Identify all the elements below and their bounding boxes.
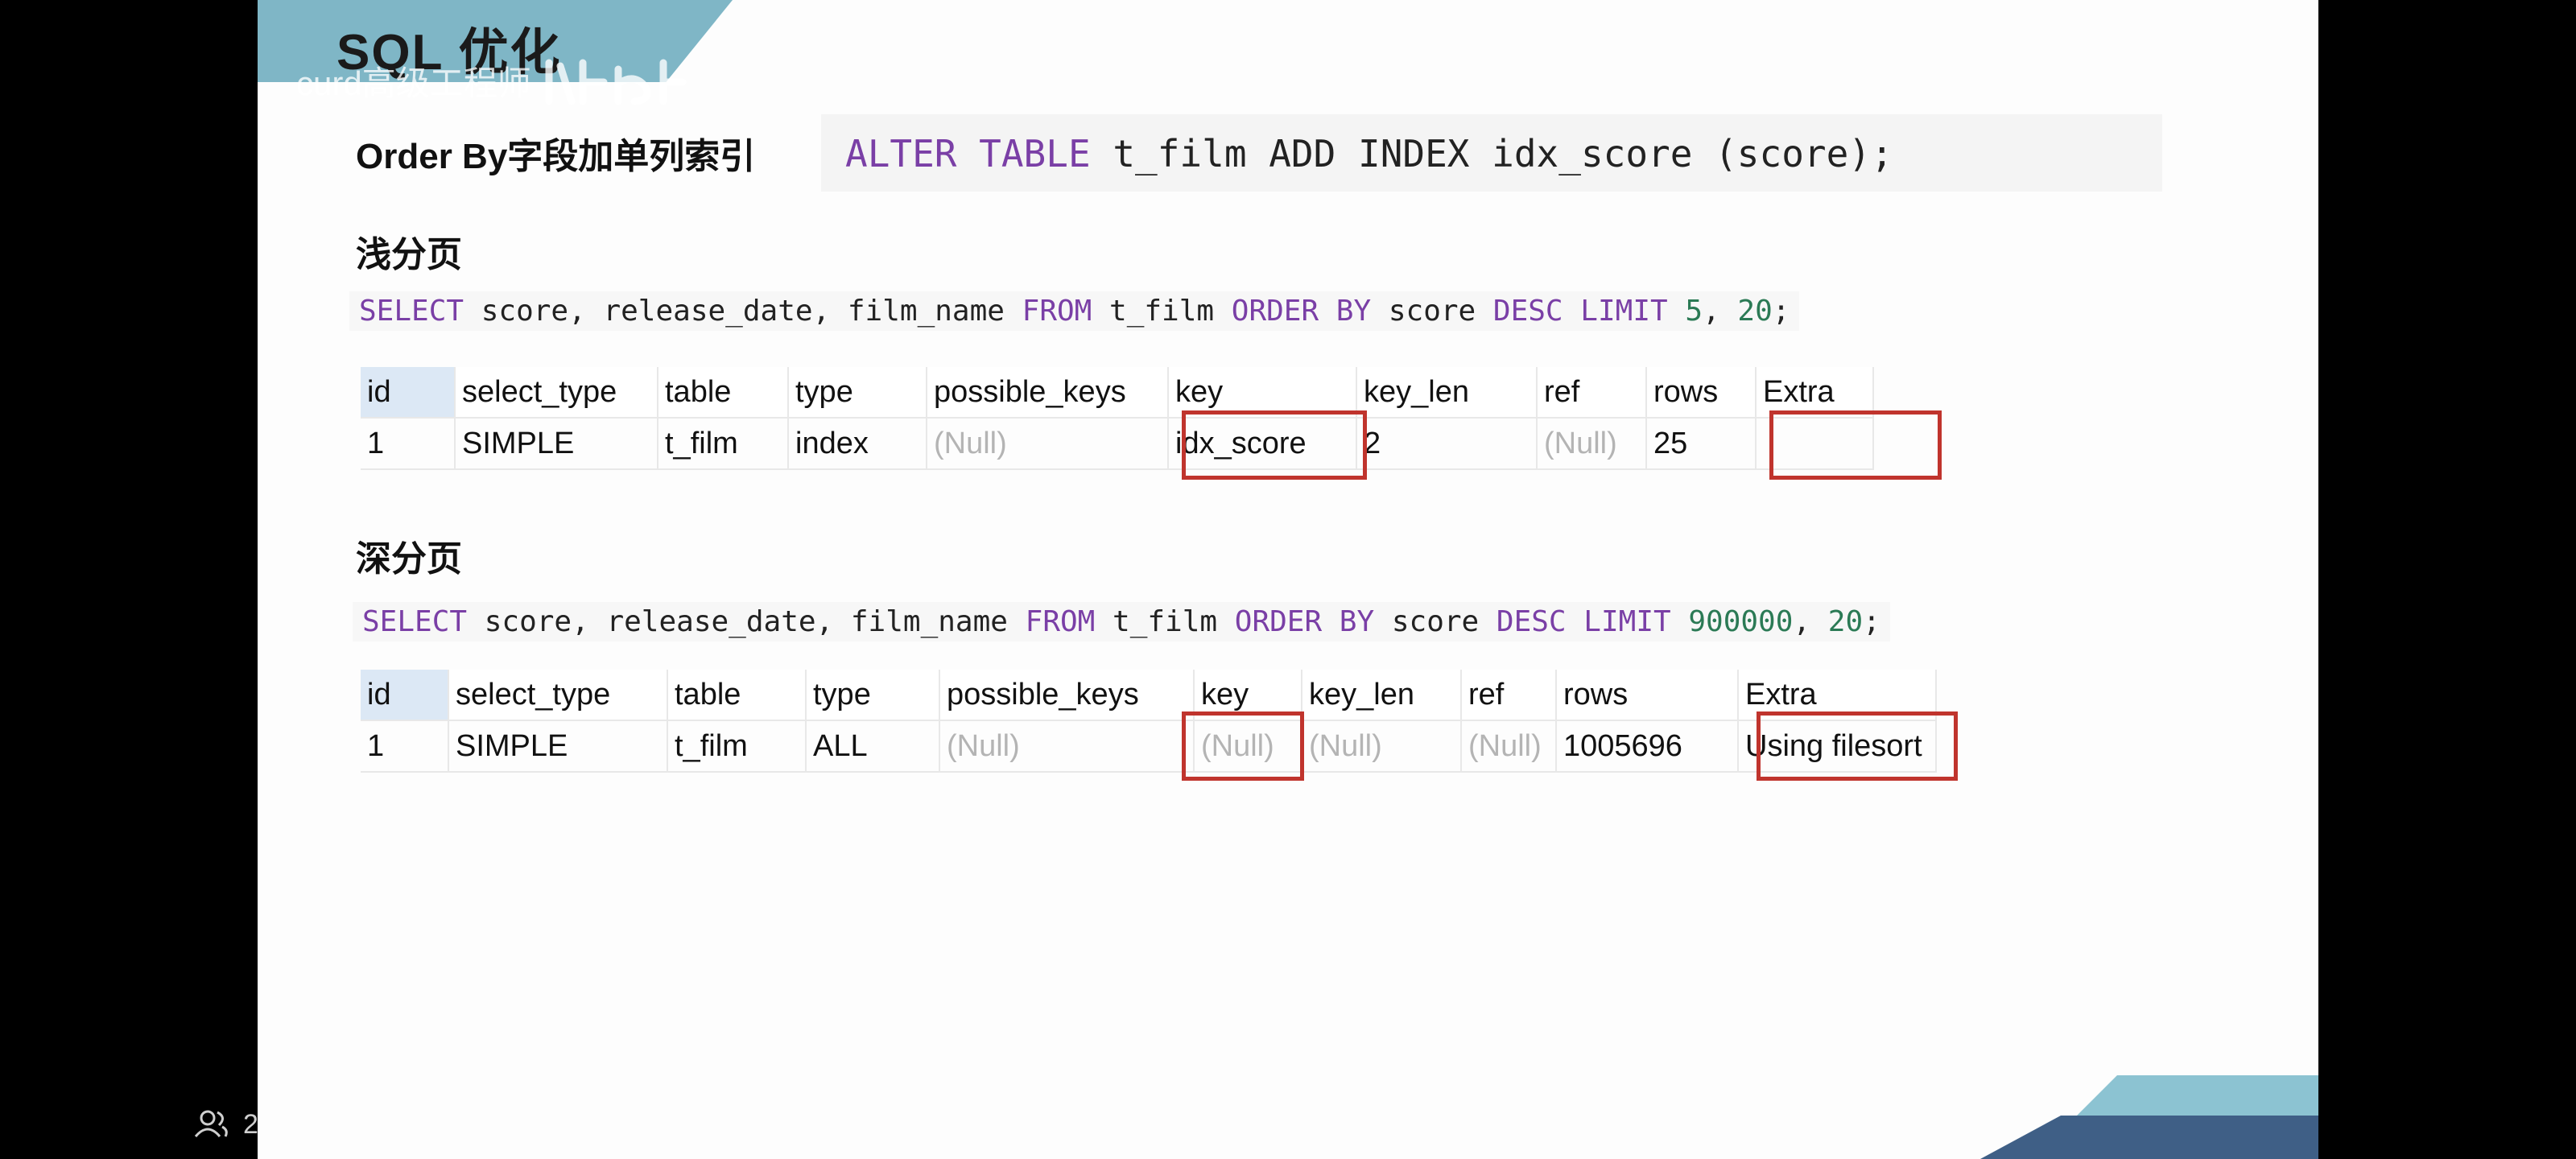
column-header: id — [361, 367, 456, 419]
shallow-pagination-heading: 浅分页 — [356, 235, 462, 274]
orderby-index-label: Order By字段加单列索引 — [356, 137, 756, 176]
key-null-highlight-box — [1182, 711, 1304, 781]
sql-order-column: score — [1391, 605, 1480, 638]
sql-keyword: LIMIT — [1580, 295, 1668, 328]
table-cell: index — [788, 418, 927, 470]
watermark: curd高级工程师 — [296, 55, 689, 106]
column-header: id — [361, 670, 449, 721]
column-header: rows — [1556, 670, 1739, 721]
corner-decoration — [1980, 1075, 2318, 1159]
column-header: possible_keys — [939, 670, 1195, 721]
sql-columns: score, release_date, film_name — [484, 605, 1008, 638]
table-cell: ALL — [806, 720, 940, 773]
table-cell: SIMPLE — [448, 720, 668, 773]
sql-offset: 5 — [1685, 295, 1703, 328]
column-header: ref — [1461, 670, 1557, 721]
column-header: key_len — [1302, 670, 1462, 721]
column-header: select_type — [448, 670, 668, 721]
table-cell: 25 — [1646, 418, 1757, 470]
sql-table-name: t_film — [1113, 132, 1247, 175]
sql-keyword: ORDER BY — [1234, 605, 1375, 638]
sql-keyword: ALTER TABLE — [845, 132, 1091, 175]
column-header: key_len — [1356, 367, 1538, 419]
sql-table-name: t_film — [1109, 295, 1215, 328]
sql-count: 20 — [1827, 605, 1864, 638]
sql-keyword: LIMIT — [1583, 605, 1671, 638]
sql-semicolon: ; — [1772, 295, 1790, 328]
table-cell: 2 — [1356, 418, 1538, 470]
table-cell: (Null) — [939, 720, 1195, 773]
sql-columns: score, release_date, film_name — [481, 295, 1005, 328]
table-header-row: id select_type table type possible_keys … — [361, 670, 1937, 721]
sql-order-column: score — [1388, 295, 1476, 328]
extra-highlight-box — [1769, 410, 1942, 480]
shallow-explain-table: id select_type table type possible_keys … — [361, 367, 1874, 470]
sql-offset: 900000 — [1688, 605, 1794, 638]
deep-explain-table: id select_type table type possible_keys … — [361, 670, 1937, 773]
sql-keyword: DESC — [1492, 295, 1563, 328]
table-cell: 1005696 — [1556, 720, 1739, 773]
sql-keyword: DESC — [1496, 605, 1567, 638]
sql-keyword: ORDER BY — [1231, 295, 1372, 328]
sql-keyword: SELECT — [359, 295, 464, 328]
table-cell: SIMPLE — [455, 418, 658, 470]
slide: SQL 优化 curd高级工程师 Order By字段加单列索引 ALTER T… — [258, 0, 2318, 1159]
alter-table-sql: ALTER TABLE t_film ADD INDEX idx_score (… — [845, 132, 1893, 175]
bilibili-logo-icon — [545, 59, 687, 105]
user-count-icon — [194, 1110, 228, 1137]
table-cell: (Null) — [927, 418, 1169, 470]
deep-pagination-heading: 深分页 — [356, 539, 462, 579]
table-cell: 1 — [361, 720, 449, 773]
key-highlight-box — [1182, 410, 1367, 480]
shallow-select-sql: SELECT score, release_date, film_name FR… — [349, 291, 1800, 331]
sql-index-def: idx_score (score); — [1492, 132, 1893, 175]
user-count: 2 — [243, 1109, 258, 1140]
table-cell: (Null) — [1461, 720, 1557, 773]
watermark-text: curd高级工程师 — [296, 64, 531, 102]
extra-filesort-highlight-box — [1757, 711, 1958, 781]
table-header-row: id select_type table type possible_keys … — [361, 367, 1874, 419]
deep-select-sql: SELECT score, release_date, film_name FR… — [353, 602, 1890, 641]
table-cell: t_film — [658, 418, 789, 470]
column-header: table — [667, 670, 807, 721]
table-cell: (Null) — [1302, 720, 1462, 773]
sql-semicolon: ; — [1863, 605, 1880, 638]
sql-table-name: t_film — [1113, 605, 1218, 638]
sql-keyword: FROM — [1022, 295, 1092, 328]
column-header: rows — [1646, 367, 1757, 419]
table-row: 1 SIMPLE t_film ALL (Null) (Null) (Null)… — [361, 720, 1937, 773]
sql-comma: , — [1793, 605, 1811, 638]
column-header: ref — [1537, 367, 1647, 419]
column-header: table — [658, 367, 789, 419]
column-header: select_type — [455, 367, 658, 419]
table-cell: 1 — [361, 418, 456, 470]
table-row: 1 SIMPLE t_film index (Null) idx_score 2… — [361, 418, 1874, 470]
sql-count: 20 — [1737, 295, 1773, 328]
column-header: possible_keys — [927, 367, 1169, 419]
sql-keyword: FROM — [1025, 605, 1096, 638]
column-header: type — [788, 367, 927, 419]
table-cell: t_film — [667, 720, 807, 773]
column-header: type — [806, 670, 940, 721]
sql-keyword: SELECT — [362, 605, 468, 638]
sql-keyword: ADD INDEX — [1269, 132, 1470, 175]
table-cell: (Null) — [1537, 418, 1647, 470]
sql-comma: , — [1703, 295, 1720, 328]
